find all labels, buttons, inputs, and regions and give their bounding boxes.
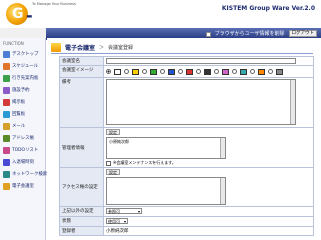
sidebar-item-label: TODOリスト [12,148,39,153]
sidebar-item-label: 行き先案内板 [12,76,39,81]
breadcrumb-divider [51,53,313,54]
app-header: G To Manage Your Business -BOARD KISTEM … [0,0,321,44]
access-list-scrollbar[interactable] [220,178,225,204]
desktop-icon [3,50,10,58]
browser-sync-checkbox[interactable] [205,31,211,37]
todo-icon [3,146,10,154]
sidebar-item[interactable]: 掲示板 [0,96,45,108]
logout-button[interactable]: ログアウト [288,29,317,37]
sidebar-item-label: ネットワーク検索 [12,172,48,177]
manager-list[interactable]: 小原純次郎 [106,137,226,159]
sidebar-item[interactable]: 入退場時刻 [0,156,45,168]
version-label: KISTEM Group Ware Ver.2.0 [221,5,315,12]
access-list[interactable] [106,177,226,205]
room-image-swatch-icon [204,68,211,75]
upper-limit-label: 上記以外の設定 [59,206,104,217]
breadcrumb-separator: ＞ [99,45,105,51]
room-image-swatch-icon [276,68,283,75]
sidebar-item-label: 電子会議室 [12,184,34,189]
sidebar-item[interactable]: TODOリスト [0,144,45,156]
access-set-button[interactable]: 設定 [106,169,120,175]
registrant-label: 登録者 [59,226,104,236]
manager-set-button[interactable]: 設定 [106,129,120,135]
gboard-logo[interactable]: G To Manage Your Business -BOARD [6,2,91,44]
schedule-icon [3,62,10,70]
room-name-input[interactable] [106,58,296,64]
room-image-radio[interactable] [124,69,129,74]
room-image-swatch-icon [150,68,157,75]
sidebar-item[interactable]: アドレス帳 [0,132,45,144]
sidebar-item-label: 回覧板 [12,112,26,117]
sidebar-item[interactable]: デスクトップ [0,48,45,60]
sidebar-item-label: スケジュール [12,64,39,69]
sidebar-item[interactable]: メール [0,120,45,132]
meeting-icon [3,182,10,190]
sidebar-item-label: デスクトップ [12,52,39,57]
facility-icon [3,86,10,94]
room-image-swatch-icon [240,68,247,75]
top-toolbar: ブラウザからユーザ情報を削除 ログアウト [0,28,321,38]
room-image-radio[interactable] [196,69,201,74]
circular-icon [3,110,10,118]
sidebar-item[interactable]: 行き先案内板 [0,72,45,84]
sidebar-header-strip [0,28,46,38]
room-image-swatch-icon [132,68,139,75]
manager-label: 管理者情報 [59,127,104,168]
destination-board-icon [3,74,10,82]
status-select[interactable]: 使用可 [106,218,128,224]
room-image-radio[interactable] [214,69,219,74]
meeting-room-form: 会議室名 会議室イメージ 備考 管理者情報 設定 小原純次郎 ※会議室メンテナン… [59,56,314,236]
room-image-label: 会議室イメージ [59,65,104,78]
clock-icon [3,158,10,166]
maintenance-note: ※会議室メンテナンスを行えます。 [113,160,176,165]
status-label: 状態 [59,216,104,227]
room-image-swatch-icon [186,68,193,75]
mail-icon [3,122,10,130]
bulletin-icon [3,98,10,106]
room-image-swatch-icon [168,68,175,75]
access-label: アクセス権の設定 [59,167,104,207]
sidebar-item[interactable]: 回覧板 [0,108,45,120]
sidebar-item-label: アドレス帳 [12,136,34,141]
meeting-room-icon [51,43,61,52]
browser-sync-label: ブラウザからユーザ情報を削除 [214,30,285,37]
room-image-swatch-icon [114,68,121,75]
network-icon [3,170,10,178]
room-image-radio[interactable] [268,69,273,74]
sidebar-item-label: メール [12,124,26,129]
sidebar-item[interactable]: スケジュール [0,60,45,72]
room-image-radio[interactable] [142,69,147,74]
room-name-label: 会議室名 [59,56,104,66]
sidebar-item[interactable]: ネットワーク検索 [0,168,48,180]
sidebar-title: FUNCTION [3,41,24,46]
sidebar-item-label: 掲示板 [12,100,26,105]
manager-list-item[interactable]: 小原純次郎 [107,138,225,146]
notes-scrollbar[interactable] [290,80,295,124]
sidebar-item[interactable]: 施設予約 [0,84,45,96]
room-image-options [106,67,311,76]
breadcrumb-app[interactable]: 電子会議室 [65,43,95,52]
sidebar: FUNCTION デスクトップ スケジュール 行き先案内板 施設予約掲示板回覧板メール… [0,38,48,240]
sidebar-item-label: 施設予約 [12,88,30,93]
registrant-value: 小原純次郎 [103,226,314,236]
notes-textarea[interactable] [106,79,296,125]
notes-label: 備考 [59,77,104,128]
room-image-radio[interactable] [250,69,255,74]
breadcrumb: 電子会議室 ＞ 会議室登録 [51,42,133,53]
sidebar-item[interactable]: 電子会議室 [0,180,45,192]
room-image-radio[interactable] [160,69,165,74]
address-book-icon [3,134,10,142]
room-image-swatch-icon [222,68,229,75]
breadcrumb-page: 会議室登録 [108,45,134,51]
maintenance-checkbox[interactable] [106,160,111,166]
upper-limit-select[interactable]: 参照可 [106,208,142,214]
room-image-radio[interactable] [232,69,237,74]
manager-list-scrollbar[interactable] [220,138,225,158]
logo-emblem: G [6,3,28,25]
room-image-radio[interactable] [106,69,111,74]
main-content: 電子会議室 ＞ 会議室登録 会議室名 会議室イメージ 備考 管理者情報 設定 小… [47,38,321,240]
sidebar-item-label: 入退場時刻 [12,160,34,165]
room-image-radio[interactable] [178,69,183,74]
room-image-swatch-icon [258,68,265,75]
